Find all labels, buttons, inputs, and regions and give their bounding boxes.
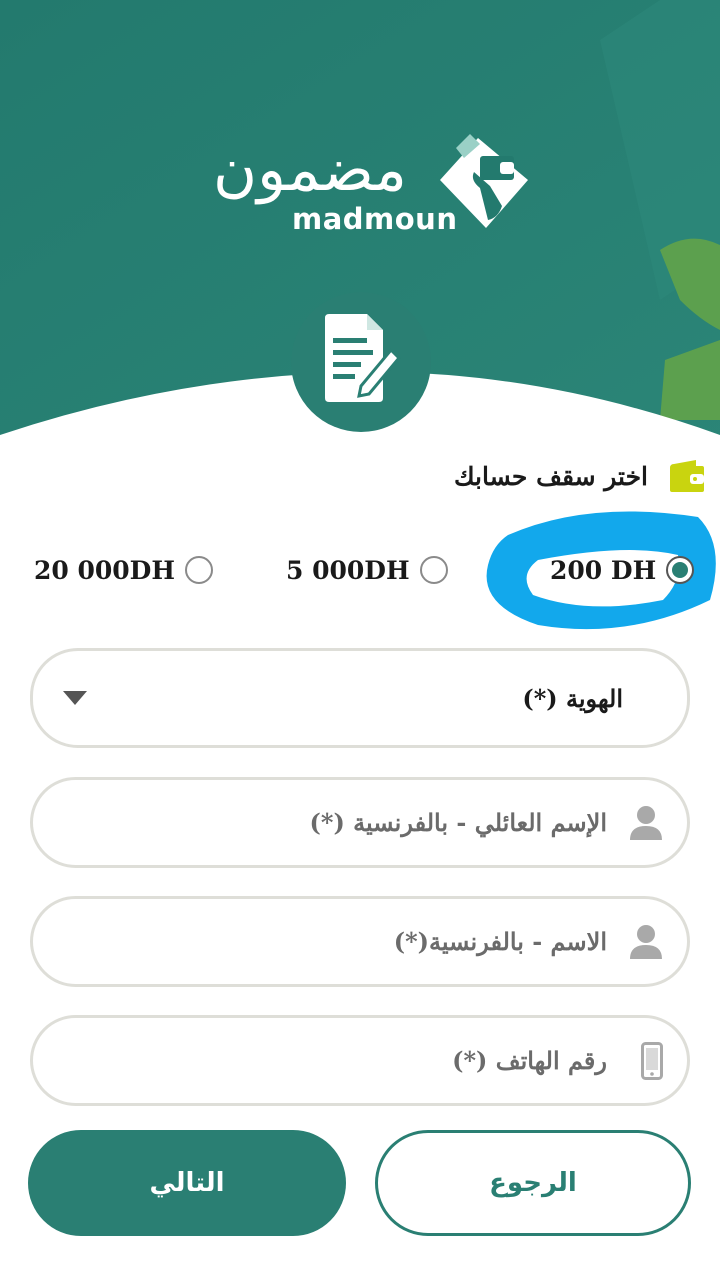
first-name-placeholder: الاسم - بالفرنسية(*)	[393, 927, 607, 956]
wallet-icon	[670, 460, 704, 492]
phone-placeholder: رقم الهاتف (*)	[452, 1046, 607, 1075]
limit-option-5000[interactable]: 5 000DH	[286, 540, 448, 600]
identity-select[interactable]: الهوية (*)	[30, 648, 690, 748]
form-icon-badge	[291, 292, 431, 432]
last-name-placeholder: الإسم العائلي - بالفرنسية (*)	[309, 808, 607, 837]
user-icon	[630, 805, 662, 840]
header-banner: مضمون madmoun	[0, 0, 720, 460]
limit-title-text: اختر سقف حسابك	[453, 461, 648, 491]
limit-section-title: اختر سقف حسابك	[454, 454, 706, 498]
identity-select-value: الهوية (*)	[522, 683, 623, 713]
wallet-hand-logo-icon	[440, 134, 528, 228]
limit-option-label: 20 000DH	[34, 555, 175, 585]
chevron-down-icon[interactable]	[63, 691, 87, 705]
user-icon	[630, 924, 662, 959]
last-name-field[interactable]: الإسم العائلي - بالفرنسية (*)	[30, 777, 690, 868]
logo-arabic-text: مضمون	[213, 135, 407, 205]
first-name-field[interactable]: الاسم - بالفرنسية(*)	[30, 896, 690, 987]
back-button[interactable]: الرجوع	[375, 1130, 691, 1236]
limit-option-20000[interactable]: 20 000DH	[34, 540, 213, 600]
limit-option-label: 5 000DH	[286, 555, 410, 585]
limit-option-200[interactable]: 200 DH	[550, 540, 695, 600]
phone-icon	[641, 1041, 663, 1080]
radio-button[interactable]	[419, 556, 448, 584]
limit-option-label: 200 DH	[550, 555, 657, 585]
radio-button-selected[interactable]	[666, 556, 695, 584]
next-button[interactable]: التالي	[28, 1130, 346, 1236]
phone-field[interactable]: رقم الهاتف (*)	[30, 1015, 690, 1106]
document-edit-icon	[325, 314, 401, 402]
madmoun-logo: مضمون madmoun	[180, 120, 550, 250]
radio-button[interactable]	[184, 556, 213, 584]
